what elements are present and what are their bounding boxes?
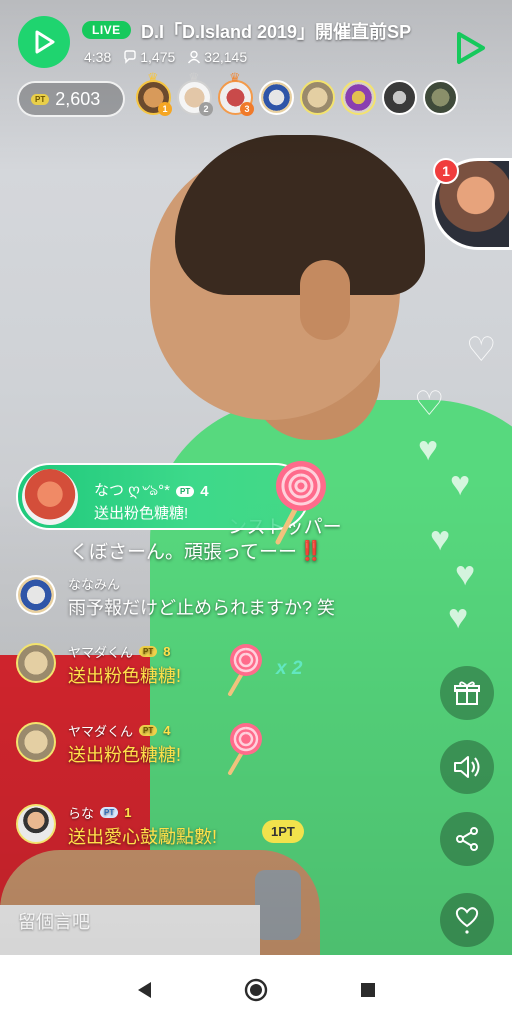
comment-message: 送出愛心鼓勵點數!: [68, 827, 218, 847]
floating-heart-icon: ♥: [450, 465, 471, 503]
like-button[interactable]: [440, 893, 494, 947]
lollipop-gift-icon: [275, 461, 326, 545]
commenter-name-text: ヤマダくん: [68, 645, 134, 660]
commenter-name: ななみん: [68, 574, 120, 593]
sound-button[interactable]: [440, 740, 494, 794]
person-icon: [188, 50, 201, 64]
rank-badge: 1: [158, 102, 172, 116]
recents-square-icon: [361, 982, 375, 997]
play-logo-icon: [35, 30, 55, 54]
nav-home-button[interactable]: [240, 974, 272, 1006]
viewer-avatar[interactable]: ♛ 2: [177, 70, 213, 116]
comment-pt-count: 1: [124, 805, 132, 820]
home-circle-icon: [244, 978, 268, 1001]
gifter-name-row: なつ ღ৺ঌ°* PT 4: [94, 479, 209, 504]
commenter-name: らな PT 1: [68, 803, 131, 822]
comment-pt-count: 8: [163, 644, 171, 659]
channel-play-icon[interactable]: [450, 28, 490, 68]
viewer-avatar[interactable]: [300, 80, 335, 115]
pt-tag: PT: [176, 486, 195, 497]
share-icon: [456, 827, 478, 851]
gifter-name: なつ ღ৺ঌ°*: [94, 482, 171, 499]
live-video-stage[interactable]: LIVE D.I「D.Island 2019」開催直前SP 4:38 1,475…: [0, 0, 512, 955]
live-badge: LIVE: [82, 21, 131, 39]
rank-badge: 2: [199, 102, 213, 116]
floating-heart-icon: ♡: [466, 331, 497, 369]
commenter-avatar[interactable]: [16, 722, 56, 762]
commenter-avatar[interactable]: [16, 804, 56, 844]
gift-button[interactable]: [440, 666, 494, 720]
gifter-avatar[interactable]: [22, 469, 78, 525]
viewer-avatar[interactable]: [382, 80, 417, 115]
commenter-name: ヤマダくん PT 4: [68, 721, 170, 740]
commenter-name-text: ヤマダくん: [68, 724, 134, 739]
pt-tag: PT: [100, 807, 119, 818]
floating-heart-icon: ♥: [448, 598, 469, 636]
gift-highlight-bubble[interactable]: なつ ღ৺ঌ°* PT 4 送出粉色糖糖!: [16, 463, 309, 530]
comment-icon: [124, 50, 136, 64]
pt-tag: PT: [31, 93, 50, 105]
heart-icon: [455, 907, 479, 934]
commenter-name: ヤマダくん PT 8: [68, 642, 170, 661]
viewer-count: 32,145: [187, 49, 247, 65]
partial-comment-text-2: くぼさーん。頑張ってーー: [70, 542, 298, 563]
comment-pt-count: 4: [163, 723, 171, 738]
nav-recents-button[interactable]: [352, 974, 384, 1006]
floating-heart-icon: ♥: [455, 555, 476, 593]
floating-heart-icon: ♥: [418, 430, 439, 468]
pt-tag: PT: [139, 646, 158, 657]
gift-message: 送出粉色糖糖!: [94, 505, 189, 522]
viewer-count-value: 32,145: [204, 49, 248, 65]
viewer-avatar[interactable]: [341, 80, 376, 115]
crown-icon: ♛: [188, 70, 200, 85]
gift-combo-counter: x 2: [276, 658, 303, 679]
pt-tag: PT: [139, 725, 158, 736]
broadcast-title: D.I「D.Island 2019」開催直前SP: [141, 22, 412, 42]
viewer-avatar[interactable]: [423, 80, 458, 115]
share-button[interactable]: [440, 812, 494, 866]
crown-icon: ♛: [147, 70, 159, 85]
gift-icon: [454, 681, 480, 705]
floating-heart-icon: ♥: [430, 520, 451, 558]
duration-text: 4:38: [84, 49, 112, 65]
viewer-avatar[interactable]: [259, 80, 294, 115]
commenter-avatar[interactable]: [16, 575, 56, 615]
viewer-avatar[interactable]: ♛ 1: [136, 70, 172, 116]
back-triangle-icon: [138, 981, 151, 998]
comment-message: 送出粉色糖糖!: [68, 745, 182, 765]
commenter-name-text: らな: [68, 806, 95, 821]
comment-count-value: 1,475: [140, 49, 176, 65]
top-viewer-list[interactable]: ♛ 1 ♛ 2 ♛ 3: [136, 70, 458, 116]
host-notification-badge: 1: [433, 158, 459, 184]
broadcast-stats: 4:38 1,475 32,145: [84, 49, 247, 65]
pt-gift-chip: 1PT: [262, 820, 304, 843]
viewer-avatar[interactable]: ♛ 3: [218, 70, 254, 116]
speaker-icon: [454, 756, 480, 778]
comment-message: 送出粉色糖糖!: [68, 666, 182, 686]
floating-heart-icon: ♡: [414, 385, 445, 423]
gift-pt-count: 4: [200, 483, 209, 500]
lollipop-gift-icon: [228, 644, 262, 696]
points-value: 2,603: [55, 88, 101, 109]
lollipop-gift-icon: [228, 723, 262, 775]
commenter-name-text: ななみん: [68, 577, 121, 592]
comment-message: 雨予報だけど止められますか? 笑: [68, 598, 336, 618]
comment-input[interactable]: 留個言吧: [18, 908, 90, 934]
line-live-logo[interactable]: [18, 16, 70, 68]
commenter-avatar[interactable]: [16, 643, 56, 683]
system-nav-bar: [0, 955, 512, 1024]
points-pill[interactable]: PT 2,603: [17, 81, 125, 117]
nav-back-button[interactable]: [128, 974, 160, 1006]
comment-count: 1,475: [123, 49, 175, 65]
crown-icon: ♛: [229, 70, 241, 85]
rank-badge: 3: [240, 102, 254, 116]
